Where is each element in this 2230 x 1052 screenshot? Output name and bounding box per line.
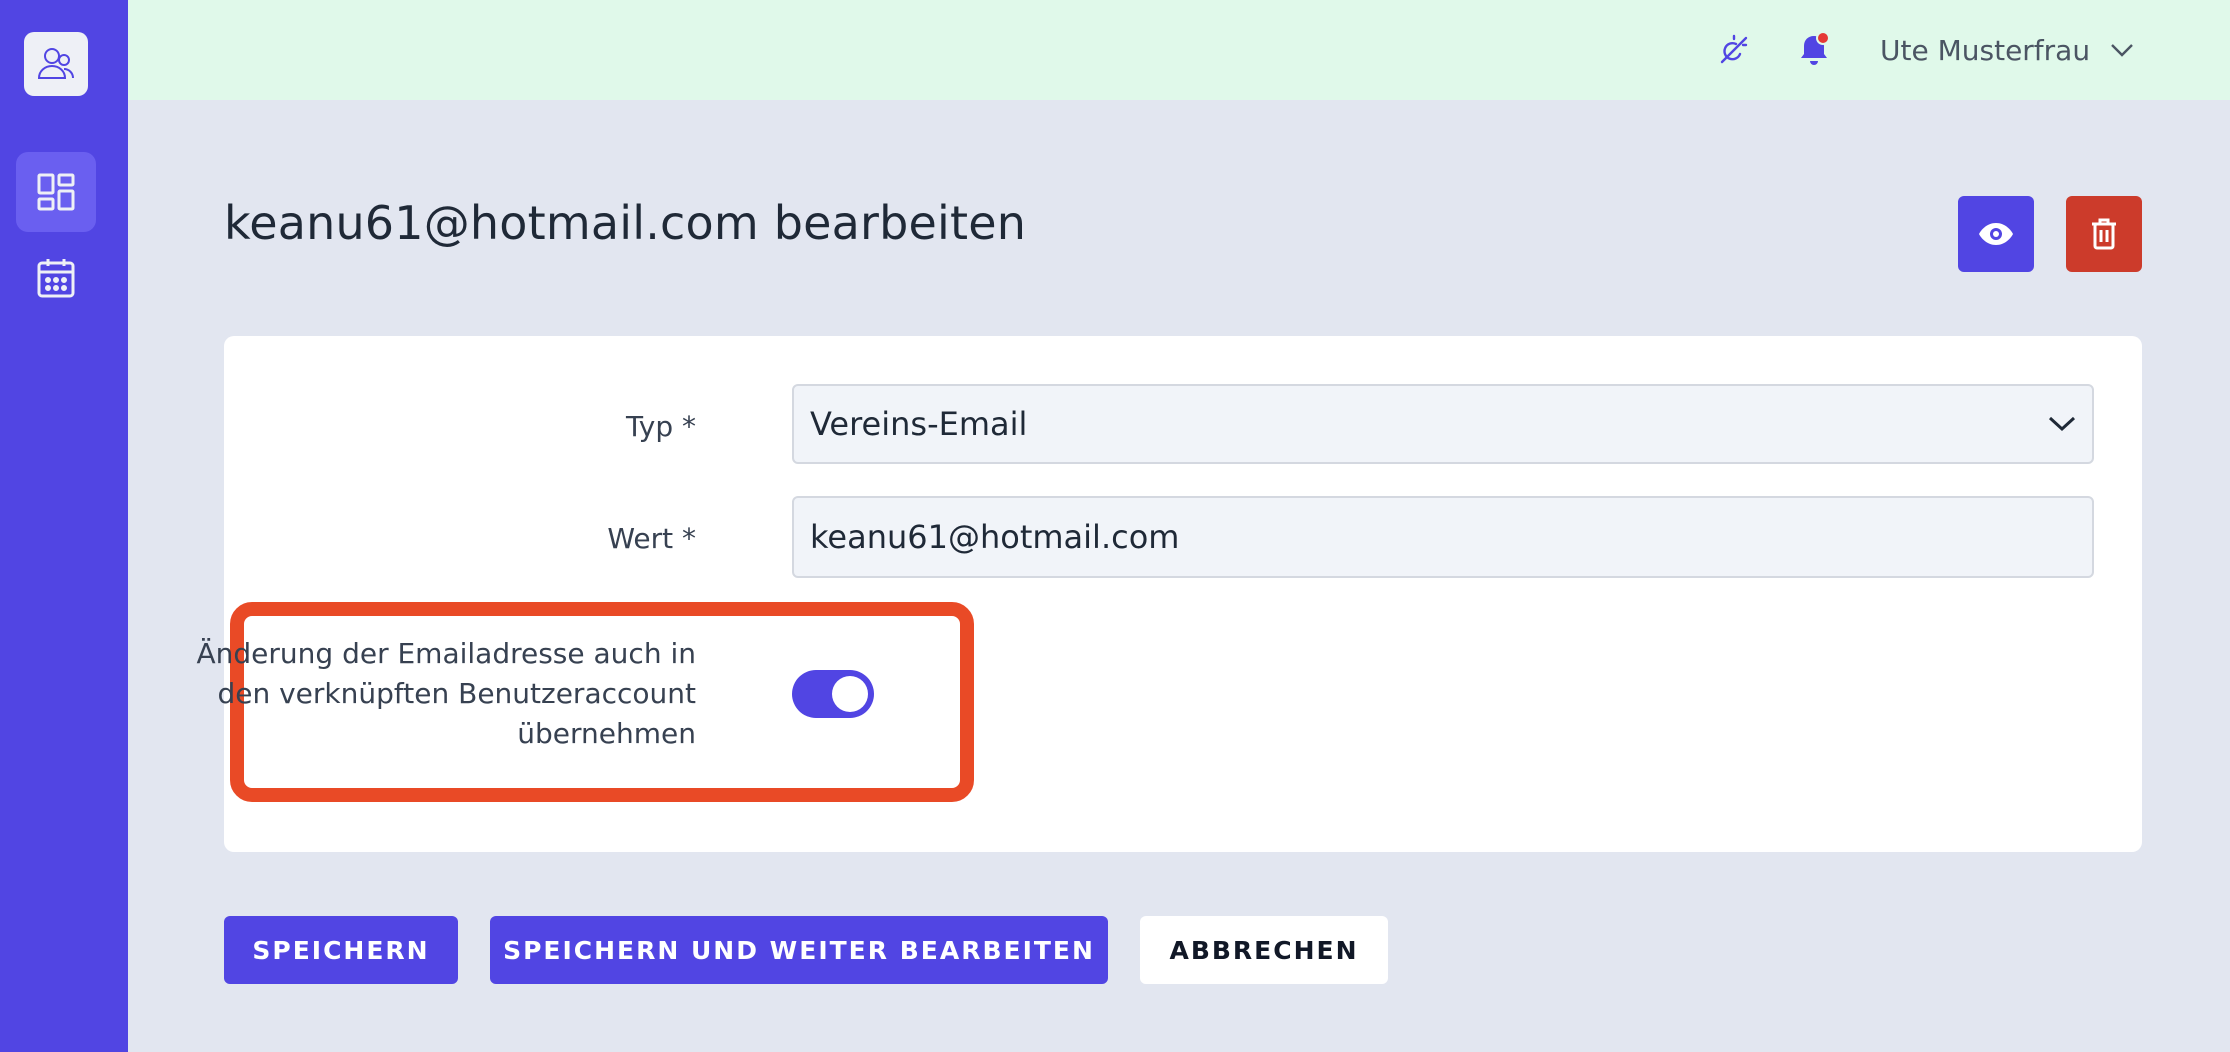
wert-input[interactable]	[810, 518, 2076, 556]
wert-label: Wert *	[607, 522, 696, 555]
chevron-down-icon	[2111, 44, 2133, 57]
calendar-icon	[37, 259, 75, 298]
user-menu[interactable]: Ute Musterfrau	[1880, 28, 2134, 72]
save-button[interactable]: SPEICHERN	[224, 916, 458, 984]
chevron-down-icon	[2048, 416, 2076, 432]
view-button[interactable]	[1958, 196, 2034, 272]
trash-icon	[2092, 218, 2116, 250]
sidebar	[0, 0, 128, 1052]
theme-toggle-button[interactable]	[1714, 30, 1754, 70]
eye-icon	[1979, 223, 2013, 245]
typ-select[interactable]: Vereins-Email	[792, 384, 2094, 464]
sync-email-toggle[interactable]	[792, 670, 874, 718]
cancel-button[interactable]: ABBRECHEN	[1140, 916, 1388, 984]
typ-label: Typ *	[626, 410, 696, 443]
sidebar-item-dashboard[interactable]	[16, 152, 96, 232]
notifications-button[interactable]	[1794, 30, 1834, 70]
notification-dot	[1816, 32, 1830, 45]
app-logo[interactable]	[24, 32, 88, 96]
form-card: Typ * Vereins-Email Wert * Änderung der …	[196, 336, 2142, 852]
sidebar-item-calendar[interactable]	[16, 238, 96, 318]
user-group-icon	[37, 48, 74, 79]
topbar: Ute Musterfrau	[128, 0, 2230, 100]
typ-selected-value: Vereins-Email	[810, 405, 1028, 443]
save-and-continue-button[interactable]: SPEICHERN UND WEITER BEARBEITEN	[490, 916, 1108, 984]
page-title: keanu61@hotmail.com bearbeiten	[224, 196, 1027, 250]
user-name: Ute Musterfrau	[1880, 33, 2091, 67]
delete-button[interactable]	[2066, 196, 2142, 272]
dashboard-icon	[37, 173, 75, 211]
theme-toggle-icon	[1720, 34, 1748, 64]
bell-icon	[1801, 32, 1830, 65]
toggle-label: Änderung der Emailadresse auch in den ve…	[196, 637, 696, 750]
wert-field-wrapper	[792, 496, 2094, 578]
toggle-knob	[832, 676, 868, 712]
